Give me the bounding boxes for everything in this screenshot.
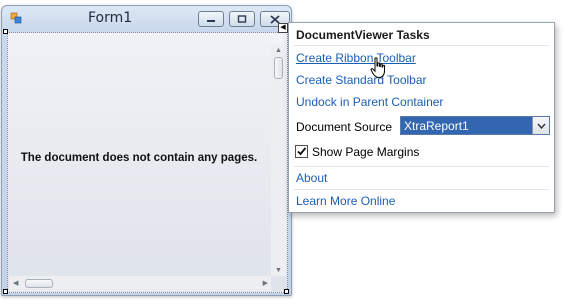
undock-link[interactable]: Undock in Parent Container [296, 95, 443, 109]
minimize-button[interactable] [198, 11, 224, 27]
divider [294, 45, 549, 46]
learn-more-online-link[interactable]: Learn More Online [296, 194, 395, 208]
empty-document-message: The document does not contain any pages. [20, 152, 258, 164]
horizontal-scroll-thumb[interactable] [25, 279, 53, 288]
selection-grip[interactable] [3, 29, 8, 34]
minimize-icon [207, 20, 215, 22]
maximize-icon [237, 15, 247, 23]
document-source-value: XtraReport1 [404, 119, 469, 133]
hand-cursor-icon [370, 57, 385, 79]
document-viewer[interactable]: The document does not contain any pages.… [7, 32, 288, 293]
scroll-right-icon[interactable]: ▶ [263, 280, 268, 287]
tasks-panel: DocumentViewer Tasks Create Ribbon Toolb… [288, 22, 555, 213]
app-icon [10, 12, 22, 24]
selection-grip[interactable] [3, 289, 8, 294]
form-window: Form1 The document does not contain any … [1, 5, 292, 296]
document-source-label: Document Source [296, 120, 393, 134]
form-title: Form1 [88, 10, 133, 26]
create-ribbon-toolbar-link[interactable]: Create Ribbon Toolbar [296, 51, 416, 65]
dropdown-button[interactable] [532, 117, 549, 134]
maximize-button[interactable] [229, 11, 255, 27]
show-page-margins-checkbox[interactable] [295, 145, 308, 158]
horizontal-scrollbar[interactable]: ◀ ▶ [9, 276, 271, 291]
document-source-select[interactable]: XtraReport1 [400, 116, 550, 135]
vertical-scrollbar[interactable]: ▲ ▼ [271, 45, 286, 276]
create-standard-toolbar-link[interactable]: Create Standard Toolbar [296, 73, 427, 87]
selection-grip[interactable] [284, 289, 289, 294]
tasks-title: DocumentViewer Tasks [296, 28, 430, 42]
divider [294, 189, 549, 190]
scroll-up-icon[interactable]: ▲ [275, 47, 282, 54]
checkmark-icon [297, 147, 307, 156]
scroll-left-icon[interactable]: ◀ [13, 280, 18, 287]
chevron-down-icon [536, 123, 546, 129]
smart-tag-icon[interactable]: ◀ [278, 23, 288, 33]
divider [294, 166, 549, 167]
about-link[interactable]: About [296, 171, 327, 185]
scroll-down-icon[interactable]: ▼ [275, 267, 282, 274]
vertical-scroll-thumb[interactable] [274, 57, 283, 79]
title-bar[interactable]: Form1 [2, 6, 291, 30]
show-page-margins-label[interactable]: Show Page Margins [312, 145, 419, 159]
